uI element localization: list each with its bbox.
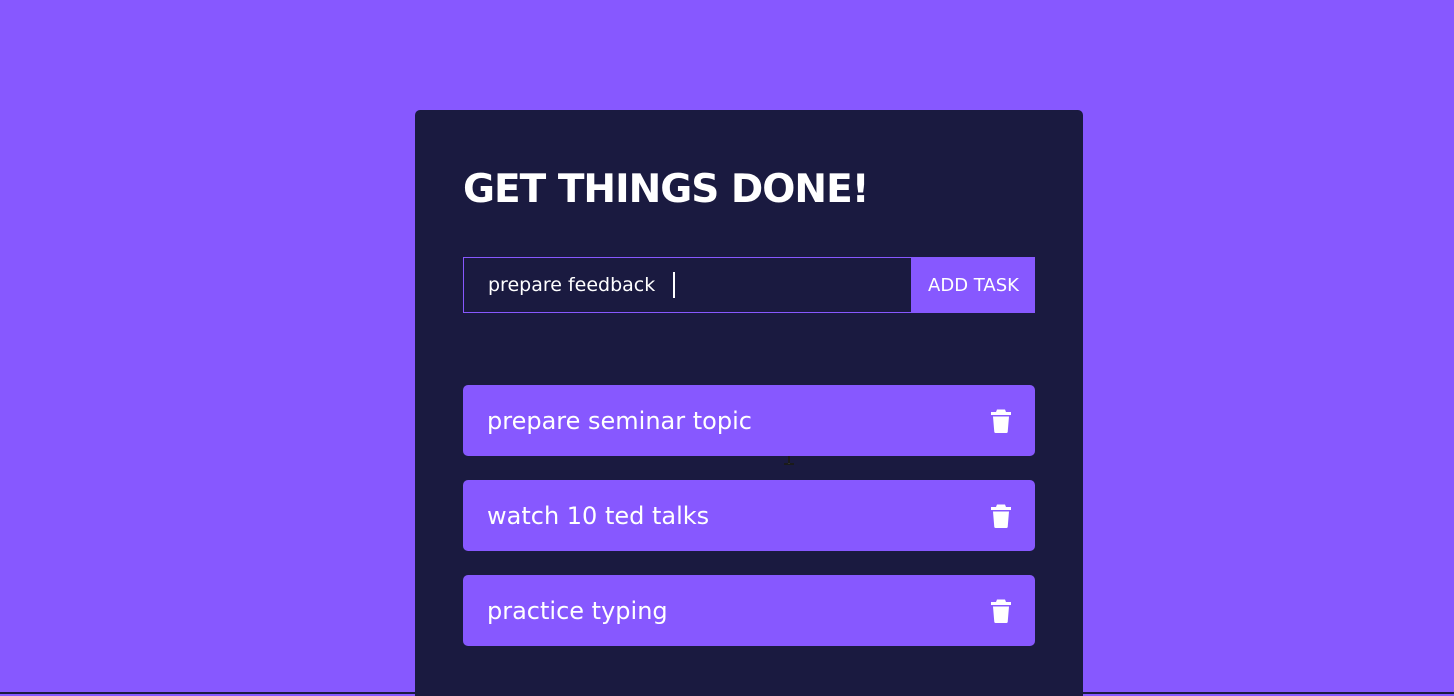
task-input-wrapper bbox=[463, 257, 912, 313]
task-list: prepare seminar topic watch 10 ted talks bbox=[463, 385, 1035, 670]
task-label[interactable]: watch 10 ted talks bbox=[487, 502, 709, 530]
task-label[interactable]: practice typing bbox=[487, 597, 668, 625]
add-task-button[interactable]: ADD TASK bbox=[912, 257, 1035, 313]
task-item: watch 10 ted talks bbox=[463, 480, 1035, 551]
bottom-divider bbox=[0, 692, 1454, 694]
todo-card: GET THINGS DONE! ADD TASK prepare semina… bbox=[415, 110, 1083, 696]
trash-icon[interactable] bbox=[989, 502, 1013, 530]
text-caret bbox=[673, 272, 675, 298]
task-label[interactable]: prepare seminar topic bbox=[487, 407, 752, 435]
task-input[interactable] bbox=[464, 258, 911, 312]
task-item: practice typing bbox=[463, 575, 1035, 646]
task-form: ADD TASK bbox=[463, 257, 1035, 465]
task-item: prepare seminar topic bbox=[463, 385, 1035, 456]
todo-page: GET THINGS DONE! ADD TASK prepare semina… bbox=[0, 0, 1454, 696]
page-title: GET THINGS DONE! bbox=[463, 167, 869, 212]
trash-icon[interactable] bbox=[989, 407, 1013, 435]
trash-icon[interactable] bbox=[989, 597, 1013, 625]
